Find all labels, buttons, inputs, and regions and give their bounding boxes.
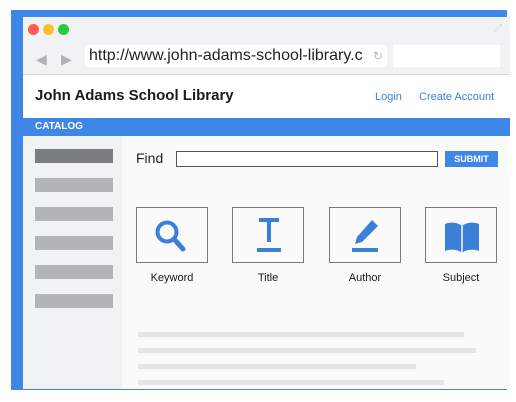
expand-icon[interactable]: ⤢ (494, 23, 502, 34)
submit-button[interactable]: SUBMIT (445, 151, 498, 167)
subject-label: Subject (442, 272, 480, 284)
sidebar-item[interactable] (35, 265, 113, 279)
sidebar (23, 136, 122, 389)
find-input[interactable] (176, 151, 438, 167)
sidebar-item-active[interactable] (35, 149, 113, 163)
subject-tile[interactable] (425, 207, 497, 263)
title-tile[interactable] (232, 207, 304, 263)
create-account-link[interactable]: Create Account (419, 91, 494, 103)
placeholder-text-line (138, 348, 476, 353)
pencil-icon (352, 220, 378, 252)
forward-arrow-icon[interactable]: ▶ (61, 51, 72, 68)
author-label: Author (348, 272, 382, 284)
sidebar-item[interactable] (35, 294, 113, 308)
url-text: http://www.john-adams-school-library.c (89, 47, 363, 64)
browser-window: ⤢ ◀ ▶ http://www.john-adams-school-libra… (23, 17, 510, 389)
site-title: John Adams School Library (35, 87, 234, 104)
keyword-label: Keyword (150, 272, 194, 284)
placeholder-text-line (138, 380, 444, 385)
sidebar-item[interactable] (35, 236, 113, 250)
minimize-window-dot[interactable] (43, 24, 54, 35)
author-tile[interactable] (329, 207, 401, 263)
back-arrow-icon[interactable]: ◀ (36, 51, 47, 68)
keyword-tile[interactable] (136, 207, 208, 263)
browser-chrome: ⤢ ◀ ▶ http://www.john-adams-school-libra… (23, 17, 510, 75)
sidebar-item[interactable] (35, 207, 113, 221)
placeholder-text-line (138, 332, 464, 337)
title-label: Title (257, 272, 279, 284)
login-link[interactable]: Login (375, 91, 402, 103)
main-content: Find SUBMIT Keyword Title Author Subject (122, 136, 510, 389)
catalog-label: CATALOG (35, 121, 83, 132)
site-header: John Adams School Library Login Create A… (23, 75, 510, 118)
zoom-window-dot[interactable] (58, 24, 69, 35)
catalog-bar: CATALOG (23, 118, 510, 136)
book-icon (445, 222, 479, 253)
magnifier-icon (155, 220, 186, 252)
close-window-dot[interactable] (28, 24, 39, 35)
reload-icon[interactable]: ↻ (373, 45, 383, 67)
placeholder-text-line (138, 364, 416, 369)
find-label: Find (136, 150, 164, 166)
text-t-icon (257, 218, 281, 252)
browser-search-field[interactable] (393, 45, 500, 67)
sidebar-item[interactable] (35, 178, 113, 192)
url-bar[interactable]: http://www.john-adams-school-library.c ↻ (85, 45, 387, 67)
